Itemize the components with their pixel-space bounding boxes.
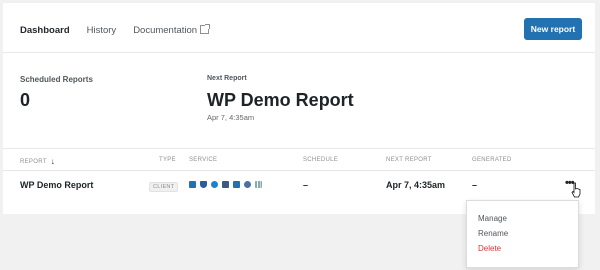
next-report-value: Apr 7, 4:35am <box>386 180 446 190</box>
tab-dashboard[interactable]: Dashboard <box>20 25 70 36</box>
speed-icon <box>211 181 218 188</box>
menu-item-manage[interactable]: Manage <box>478 214 507 223</box>
shield-icon <box>200 181 207 188</box>
next-report-name: WP Demo Report <box>207 90 354 110</box>
schedule-value: – <box>303 180 309 190</box>
tab-documentation-label: Documentation <box>133 25 198 36</box>
service-icons <box>189 181 262 188</box>
scheduled-reports-count: 0 <box>20 90 31 110</box>
row-context-menu: Manage Rename Delete <box>466 200 579 268</box>
globe-icon <box>244 181 251 188</box>
col-generated: GENERATED <box>472 157 512 163</box>
divider <box>3 148 595 149</box>
external-link-icon <box>200 24 211 34</box>
col-next-report: NEXT REPORT <box>386 157 432 163</box>
generated-value: – <box>472 180 478 190</box>
backup-icon <box>233 181 240 188</box>
col-report-label: REPORT <box>20 159 47 165</box>
divider <box>3 52 595 53</box>
tab-history[interactable]: History <box>87 25 117 36</box>
report-name[interactable]: WP Demo Report <box>20 180 93 190</box>
sort-arrow-down-icon: ↓ <box>50 157 56 166</box>
menu-item-delete[interactable]: Delete <box>478 244 501 253</box>
server-icon <box>222 181 229 188</box>
col-report[interactable]: REPORT ↓ <box>20 157 55 166</box>
divider <box>3 170 595 171</box>
col-schedule: SCHEDULE <box>303 157 339 163</box>
chart-icon <box>255 181 262 188</box>
col-type: TYPE <box>159 157 176 163</box>
scheduled-reports-label: Scheduled Reports <box>20 75 93 84</box>
main-card: Dashboard History Documentation New repo… <box>3 3 595 214</box>
top-nav: Dashboard History Documentation <box>20 24 211 36</box>
type-badge: CLIENT <box>149 182 179 192</box>
col-service: SERVICE <box>189 157 218 163</box>
download-icon <box>189 181 196 188</box>
new-report-button[interactable]: New report <box>524 18 582 40</box>
next-report-label: Next Report <box>207 75 247 82</box>
hand-cursor-icon <box>571 182 581 198</box>
menu-item-rename[interactable]: Rename <box>478 229 508 238</box>
next-report-time: Apr 7, 4:35am <box>207 113 255 122</box>
tab-documentation[interactable]: Documentation <box>133 24 211 36</box>
